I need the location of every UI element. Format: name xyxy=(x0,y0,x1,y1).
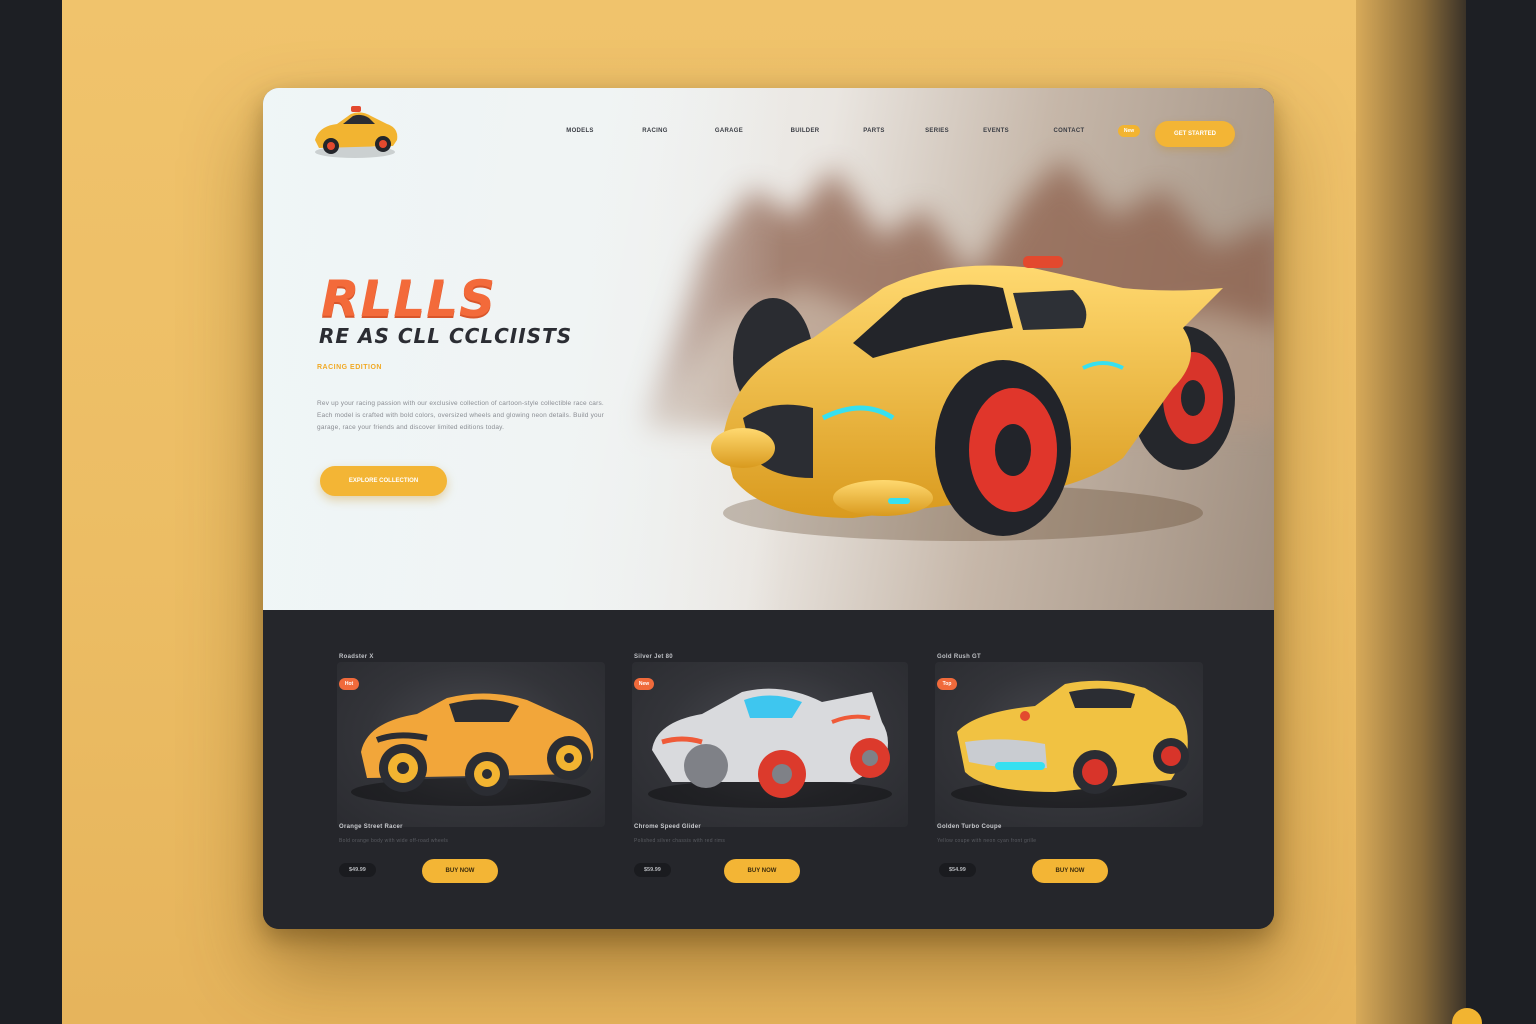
product-card[interactable]: Silver Jet 80 New Chrome Speed Glider Po… xyxy=(632,654,908,894)
product-description: Polished silver chassis with red rims xyxy=(634,838,726,844)
buy-now-button[interactable]: Buy Now xyxy=(724,859,800,883)
hero-description: Rev up your racing passion with our excl… xyxy=(317,400,605,431)
product-label: Silver Jet 80 xyxy=(634,654,673,660)
hero-race-car-image xyxy=(711,256,1235,541)
silver-race-car-image xyxy=(648,688,892,808)
product-card[interactable]: Gold Rush GT Top Golden Turbo Coupe Yell… xyxy=(935,654,1205,894)
product-title: Orange Street Racer xyxy=(339,824,403,830)
hero-title: RLLLS xyxy=(321,270,497,328)
explore-collection-button[interactable]: Explore Collection xyxy=(320,466,447,496)
hero-tagline: Racing Edition xyxy=(317,364,382,371)
nav-item-racing[interactable]: Racing xyxy=(639,125,671,137)
product-badge: Top xyxy=(937,678,957,690)
nav-item-series[interactable]: Series xyxy=(923,125,951,137)
product-price: $49.99 xyxy=(339,863,376,877)
yellow-toy-car-logo-icon[interactable] xyxy=(307,102,403,162)
product-description: Bold orange body with wide off-road whee… xyxy=(339,838,449,844)
yellow-race-car-image xyxy=(951,680,1189,808)
product-title: Golden Turbo Coupe xyxy=(937,824,1002,830)
website-mockup: Models Racing Garage Builder Parts Serie… xyxy=(263,88,1274,929)
nav-item-events[interactable]: Events xyxy=(981,125,1011,137)
nav-new-badge[interactable]: New xyxy=(1118,125,1140,137)
nav-item-builder[interactable]: Builder xyxy=(787,125,823,137)
nav-item-contact[interactable]: Contact xyxy=(1053,125,1085,137)
product-badge: New xyxy=(634,678,654,690)
product-price: $54.99 xyxy=(939,863,976,877)
product-title: Chrome Speed Glider xyxy=(634,824,702,830)
product-image[interactable] xyxy=(935,662,1203,827)
hero-subtitle: RE AS CLL CCLCIISTS xyxy=(319,324,573,348)
product-description: Yellow coupe with neon cyan front grille xyxy=(937,838,1037,844)
buy-now-button[interactable]: Buy Now xyxy=(422,859,498,883)
product-label: Roadster X xyxy=(339,654,374,660)
orange-race-car-image xyxy=(351,693,594,806)
nav-item-models[interactable]: Models xyxy=(565,125,595,137)
backdrop-shadow xyxy=(1356,0,1466,1024)
products-section: Roadster X Hot Orange Street Racer Bold … xyxy=(263,610,1274,929)
product-image[interactable] xyxy=(632,662,908,827)
product-price: $59.99 xyxy=(634,863,671,877)
get-started-button[interactable]: Get Started xyxy=(1155,121,1235,147)
product-badge: Hot xyxy=(339,678,359,690)
nav-item-parts[interactable]: Parts xyxy=(861,125,887,137)
hero-section: Models Racing Garage Builder Parts Serie… xyxy=(263,88,1274,610)
buy-now-button[interactable]: Buy Now xyxy=(1032,859,1108,883)
product-label: Gold Rush GT xyxy=(937,654,981,660)
product-card[interactable]: Roadster X Hot Orange Street Racer Bold … xyxy=(337,654,607,894)
nav-item-garage[interactable]: Garage xyxy=(713,125,745,137)
product-image[interactable] xyxy=(337,662,605,827)
